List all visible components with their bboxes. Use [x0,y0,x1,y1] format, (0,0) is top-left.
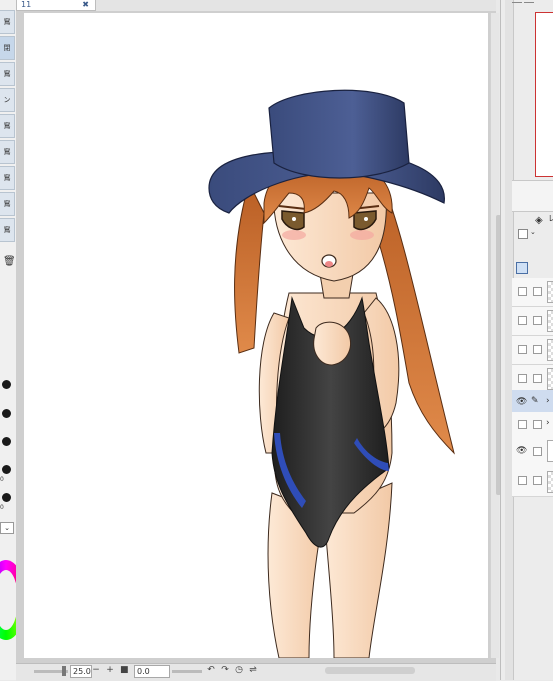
layer-visibility-toggle[interactable] [518,345,527,354]
illustration-girl-in-swimsuit[interactable] [24,13,488,658]
rotate-left-icon[interactable]: ↶ [206,664,216,677]
layer-visibility-toggle[interactable] [518,476,527,485]
flip-icon[interactable]: ⇌ [248,664,258,677]
layer-thumbnail[interactable] [547,281,553,303]
reset-rotation-icon[interactable]: ◷ [234,664,244,677]
layer-lock-toggle[interactable] [533,287,542,296]
fit-icon[interactable]: ■ [120,664,129,677]
tool-tab[interactable]: 窵 [0,218,15,242]
document-tab[interactable]: 11 ✖ [16,0,96,11]
chevron-right-icon[interactable]: › [546,396,550,406]
layer-visibility-toggle[interactable] [518,316,527,325]
horizontal-scrollbar-thumb[interactable] [325,667,415,674]
layer-icon[interactable]: ◈ [535,215,543,226]
tool-tab[interactable]: 窵 [0,114,15,138]
layer-thumbnail[interactable] [547,339,553,361]
tool-tab[interactable]: ン [0,88,15,112]
brush-size-dot[interactable] [2,465,11,474]
rotate-right-icon[interactable]: ↷ [220,664,230,677]
brush-size-label: 0 [0,504,4,511]
brush-size-dot[interactable] [2,380,11,389]
layer-visibility-toggle[interactable] [518,374,527,383]
layer-lock-toggle[interactable] [533,420,542,429]
layer-panel-icon[interactable] [516,262,528,274]
tool-tab[interactable]: 閉 [0,36,15,60]
layer-lock-toggle[interactable] [533,345,542,354]
layer-lock-toggle[interactable] [533,476,542,485]
chevron-down-icon[interactable]: ⌄ [530,228,536,236]
navigator-header [512,2,522,9]
brush-size-dot[interactable] [2,409,11,418]
brush-size-dot[interactable] [2,437,11,446]
layer-property-area [512,180,553,212]
eye-icon[interactable]: 👁 [516,397,527,407]
zoom-in-icon[interactable]: + [106,664,114,677]
blend-mode-label[interactable]: レ [548,213,553,224]
color-swatch[interactable] [518,229,528,239]
layer-thumbnail[interactable] [547,368,553,390]
navigator-header [524,2,534,9]
close-icon[interactable]: ✖ [82,0,89,10]
layer-lock-toggle[interactable] [533,316,542,325]
rotation-input[interactable]: 0.0 [134,665,170,678]
zoom-out-icon[interactable]: − [92,664,100,677]
tool-tab[interactable]: 窵 [0,166,15,190]
tool-tab[interactable]: 窵 [0,10,15,34]
layer-thumbnail[interactable] [547,471,553,493]
layer-lock-toggle[interactable] [533,374,542,383]
tool-tab[interactable]: 窵 [0,192,15,216]
zoom-input[interactable]: 25.0 [70,665,92,678]
rotation-slider[interactable] [172,670,202,673]
tool-tab[interactable]: 窵 [0,140,15,164]
navigator-preview[interactable] [535,12,553,177]
eye-icon[interactable]: 👁 [516,446,527,456]
layer-lock-toggle[interactable] [533,447,542,456]
zoom-slider-handle[interactable] [62,666,66,676]
trash-icon[interactable]: 🗑 [3,256,16,267]
brush-size-label: 0 [0,476,4,483]
tool-tab[interactable]: 窵 [0,62,15,86]
layer-thumbnail[interactable] [547,440,553,462]
pen-icon[interactable]: ✎ [531,396,539,406]
layer-visibility-toggle[interactable] [518,287,527,296]
layer-visibility-toggle[interactable] [518,420,527,429]
document-tab-label: 11 [21,0,32,9]
layer-thumbnail[interactable] [547,310,553,332]
chevron-down-icon[interactable]: ⌄ [0,522,14,534]
brush-size-dot[interactable] [2,493,11,502]
chevron-right-icon[interactable]: › [546,418,550,428]
